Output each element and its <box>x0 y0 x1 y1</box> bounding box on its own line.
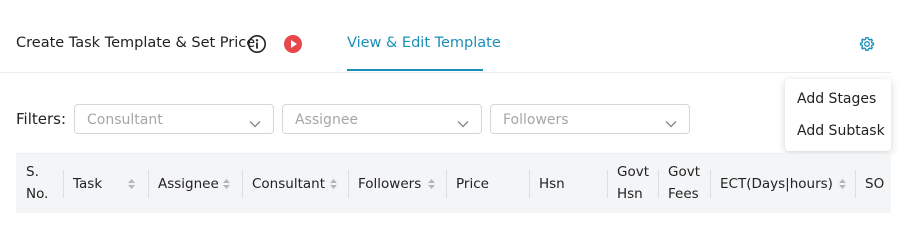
column-header-label: Price <box>456 173 489 195</box>
column-header-line: Price <box>456 176 489 192</box>
column-header-label: Followers <box>358 173 421 195</box>
column-header: Govt Hsn <box>607 154 658 213</box>
column-header-label: S. No. <box>26 161 48 205</box>
followers-placeholder: Followers <box>503 112 569 128</box>
filters-label: Filters: <box>16 110 67 128</box>
sort-icon[interactable] <box>427 178 436 190</box>
sort-icon[interactable] <box>838 178 847 190</box>
column-separator <box>63 170 64 198</box>
sort-icon[interactable] <box>127 178 136 190</box>
column-separator <box>658 170 659 198</box>
column-separator <box>710 170 711 198</box>
column-header-line: Govt <box>617 164 650 180</box>
column-header[interactable]: ECT(Days|hours) <box>710 154 855 213</box>
info-icon[interactable] <box>247 34 267 54</box>
sort-icon[interactable] <box>329 178 338 190</box>
column-header-line: Govt <box>668 164 701 180</box>
column-separator <box>855 170 856 198</box>
column-header-line: Task <box>73 176 103 192</box>
column-separator <box>446 170 447 198</box>
consultant-filter-select[interactable]: Consultant <box>74 104 274 134</box>
table-header-row: S. No. Task Assignee Consultant Followers Pric… <box>16 153 891 213</box>
followers-filter-select[interactable]: Followers <box>490 104 690 134</box>
column-header: S. No. <box>16 154 63 213</box>
column-header-label: Govt Hsn <box>617 161 649 205</box>
column-header-label: Hsn <box>539 173 565 195</box>
column-separator <box>148 170 149 198</box>
column-header[interactable]: Task <box>63 154 148 213</box>
column-header-line: Consultant <box>252 176 325 192</box>
chevron-down-icon <box>665 114 677 128</box>
column-header-line: Hsn <box>539 176 565 192</box>
column-header[interactable]: Consultant <box>242 154 348 213</box>
column-header: Price <box>446 154 529 213</box>
column-header-line: Hsn <box>617 186 643 202</box>
column-header-line: ECT(Days|hours) <box>720 176 833 192</box>
tab-create-template[interactable]: Create Task Template & Set Price <box>16 35 255 51</box>
chevron-down-icon <box>249 114 261 128</box>
column-header-label: ECT(Days|hours) <box>720 173 833 195</box>
add-stages-menu-item[interactable]: Add Stages <box>797 91 876 107</box>
column-header-label: SO <box>865 173 884 195</box>
assignee-placeholder: Assignee <box>295 112 359 128</box>
assignee-filter-select[interactable]: Assignee <box>282 104 482 134</box>
column-header-line: No. <box>26 186 49 202</box>
column-header: Hsn <box>529 154 607 213</box>
column-separator <box>529 170 530 198</box>
gear-icon[interactable] <box>859 36 875 52</box>
column-header[interactable]: Followers <box>348 154 446 213</box>
consultant-placeholder: Consultant <box>87 112 163 128</box>
column-header-label: Task <box>73 173 102 195</box>
column-header: SO <box>855 154 891 213</box>
column-header-label: Assignee <box>158 173 219 195</box>
column-header-label: Consultant <box>252 173 325 195</box>
column-separator <box>242 170 243 198</box>
column-separator <box>607 170 608 198</box>
column-separator <box>348 170 349 198</box>
settings-dropdown-menu: Add Stages Add Subtask <box>785 79 891 151</box>
column-header[interactable]: Assignee <box>148 154 242 213</box>
column-header-line: Fees <box>668 186 699 202</box>
sort-icon[interactable] <box>222 178 231 190</box>
column-header-line: SO <box>865 176 885 192</box>
column-header-line: Assignee <box>158 176 219 192</box>
tab-view-edit-template[interactable]: View & Edit Template <box>347 35 501 51</box>
chevron-down-icon <box>457 114 469 128</box>
add-subtask-menu-item[interactable]: Add Subtask <box>797 123 885 139</box>
play-icon[interactable] <box>283 34 303 54</box>
column-header-line: S. <box>26 164 39 180</box>
active-tab-indicator <box>347 69 483 71</box>
column-header: Govt Fees <box>658 154 710 213</box>
column-header-line: Followers <box>358 176 422 192</box>
tab-bar: Create Task Template & Set Price View & … <box>0 0 891 73</box>
column-header-label: Govt Fees <box>668 161 700 205</box>
